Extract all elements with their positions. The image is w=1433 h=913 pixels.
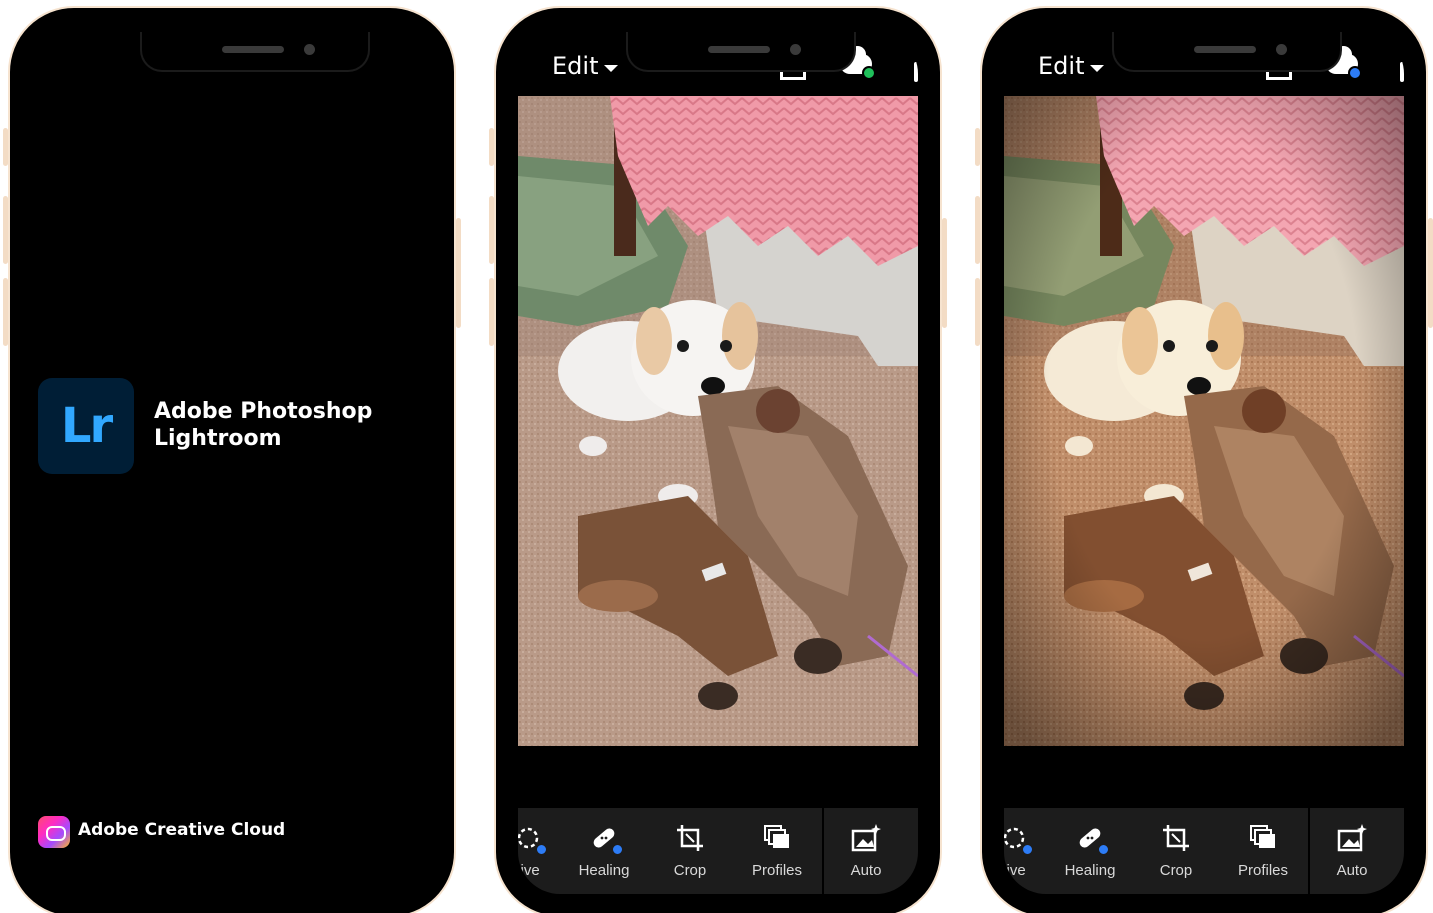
sync-status-dot — [862, 66, 876, 80]
tool-label: Healing — [1064, 862, 1116, 879]
tool-label: tive — [518, 862, 540, 879]
splash-screen: Lr Adobe Photoshop Lightroom Adobe Creat… — [32, 32, 432, 894]
puppy-photo-after — [1004, 96, 1404, 746]
tool-label: Crop — [673, 862, 707, 879]
mute-switch — [489, 128, 494, 166]
selective-icon — [1004, 822, 1034, 856]
selective-icon — [518, 822, 548, 856]
filmstrip-area — [1004, 746, 1404, 808]
crop-icon — [674, 822, 706, 854]
edit-mode-dropdown[interactable]: Edit — [1038, 52, 1084, 80]
tool-label: Profiles — [751, 862, 803, 879]
phone-edit-after: Edit tive Healing Crop Profiles Auto — [975, 6, 1433, 913]
volume-up-button — [3, 196, 8, 264]
toolbar-divider — [822, 808, 824, 894]
tool-selective[interactable]: tive — [1004, 822, 1054, 879]
edit-screen-after: Edit tive Healing Crop Profiles Auto — [1004, 32, 1404, 894]
tool-label: Healing — [578, 862, 630, 879]
chevron-down-icon[interactable] — [1090, 65, 1104, 72]
sync-status-dot — [1348, 66, 1362, 80]
chevron-down-icon[interactable] — [604, 65, 618, 72]
phone-edit-before: Edit tive Healing Crop Profiles Auto — [489, 6, 947, 913]
tool-label: Auto — [1336, 862, 1368, 879]
speaker — [222, 46, 284, 53]
creative-cloud-icon — [38, 816, 70, 848]
tool-label: Auto — [850, 862, 882, 879]
tool-healing[interactable]: Healing — [1050, 822, 1130, 879]
edit-toolbar: tive Healing Crop Profiles Auto — [1004, 808, 1404, 894]
crop-icon — [1160, 822, 1192, 854]
power-button — [1428, 218, 1433, 328]
volume-down-button — [489, 278, 494, 346]
profiles-icon — [761, 822, 793, 854]
photo-after[interactable] — [1004, 96, 1404, 746]
front-camera — [304, 44, 315, 55]
filmstrip-area — [518, 746, 918, 808]
front-camera — [1276, 44, 1287, 55]
tool-healing[interactable]: Healing — [564, 822, 644, 879]
power-button — [456, 218, 461, 328]
premium-badge-icon — [611, 843, 624, 856]
photo-before[interactable] — [518, 96, 918, 746]
tool-profiles[interactable]: Profiles — [1223, 822, 1303, 879]
app-name-line1: Adobe Photoshop — [154, 399, 373, 424]
tool-auto[interactable]: Auto — [1312, 822, 1392, 879]
volume-up-button — [975, 196, 980, 264]
auto-enhance-icon — [850, 822, 882, 854]
tool-label: Profiles — [1237, 862, 1289, 879]
power-button — [942, 218, 947, 328]
volume-down-button — [3, 278, 8, 346]
edit-screen-before: Edit tive Healing Crop Profiles Auto — [518, 32, 918, 894]
premium-badge-icon — [535, 843, 548, 856]
puppy-photo-before — [518, 96, 918, 746]
more-icon[interactable] — [914, 62, 918, 82]
premium-badge-icon — [1097, 843, 1110, 856]
tool-profiles[interactable]: Profiles — [737, 822, 817, 879]
volume-down-button — [975, 278, 980, 346]
premium-badge-icon — [1021, 843, 1034, 856]
profiles-icon — [1247, 822, 1279, 854]
mute-switch — [3, 128, 8, 166]
tool-label: tive — [1004, 862, 1026, 879]
tool-selective[interactable]: tive — [518, 822, 568, 879]
volume-up-button — [489, 196, 494, 264]
healing-bandage-icon — [1074, 822, 1110, 856]
tool-label: Crop — [1159, 862, 1193, 879]
more-icon[interactable] — [1400, 62, 1404, 82]
tool-auto[interactable]: Auto — [826, 822, 906, 879]
app-name-line2: Lightroom — [154, 426, 282, 451]
creative-cloud-brand: Adobe Creative Cloud — [78, 820, 286, 840]
front-camera — [790, 44, 801, 55]
healing-bandage-icon — [588, 822, 624, 856]
notch — [626, 32, 856, 72]
auto-enhance-icon — [1336, 822, 1368, 854]
edit-mode-dropdown[interactable]: Edit — [552, 52, 598, 80]
notch — [140, 32, 370, 72]
lightroom-logo-icon: Lr — [38, 378, 134, 474]
notch — [1112, 32, 1342, 72]
lightroom-logo-text: Lr — [60, 398, 113, 454]
tool-crop[interactable]: Crop — [650, 822, 730, 879]
toolbar-divider — [1308, 808, 1310, 894]
phone-splash: Lr Adobe Photoshop Lightroom Adobe Creat… — [3, 6, 461, 913]
app-name: Adobe Photoshop Lightroom — [154, 398, 372, 452]
speaker — [708, 46, 770, 53]
edit-toolbar: tive Healing Crop Profiles Auto — [518, 808, 918, 894]
tool-crop[interactable]: Crop — [1136, 822, 1216, 879]
speaker — [1194, 46, 1256, 53]
mute-switch — [975, 128, 980, 166]
